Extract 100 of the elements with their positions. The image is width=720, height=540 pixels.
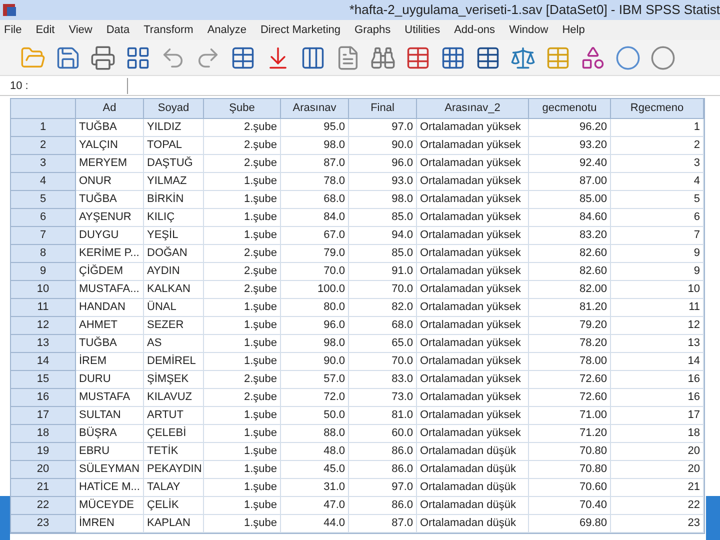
binoculars-icon[interactable] xyxy=(370,44,396,70)
table-cell: Ortalamadan yüksek xyxy=(417,227,529,245)
column-header[interactable]: Final xyxy=(349,99,417,119)
column-header[interactable]: Arasınav xyxy=(281,99,349,119)
table-cell: SULTAN xyxy=(76,407,144,425)
row-number[interactable]: 3 xyxy=(11,155,76,173)
menu-item[interactable]: File xyxy=(4,22,22,38)
menu-item[interactable]: Window xyxy=(509,22,548,38)
table-cell: 23 xyxy=(611,515,704,533)
table-cell: 1.şube xyxy=(204,317,281,335)
row-number[interactable]: 5 xyxy=(11,191,76,209)
table-cell: 87.00 xyxy=(529,173,611,191)
row-number[interactable]: 21 xyxy=(11,479,76,497)
table-cell: 85.0 xyxy=(349,209,417,227)
columns-icon[interactable] xyxy=(300,44,326,70)
row-number[interactable]: 1 xyxy=(11,119,76,137)
circle-icon[interactable] xyxy=(650,44,676,70)
table-cell: 96.20 xyxy=(529,119,611,137)
grid-icon[interactable] xyxy=(440,44,466,70)
table-cell: 18 xyxy=(611,425,704,443)
table-cell: 1.şube xyxy=(204,209,281,227)
row-number[interactable]: 22 xyxy=(11,497,76,515)
table-cell: 12 xyxy=(611,317,704,335)
row-number[interactable]: 18 xyxy=(11,425,76,443)
menu-item[interactable]: Help xyxy=(562,22,585,38)
slide-decoration xyxy=(706,496,720,540)
row-number[interactable]: 11 xyxy=(11,299,76,317)
table-cell: 96.0 xyxy=(281,317,349,335)
table-cell: ONUR xyxy=(76,173,144,191)
menu-item[interactable]: Graphs xyxy=(354,22,391,38)
row-number[interactable]: 15 xyxy=(11,371,76,389)
row-number[interactable]: 4 xyxy=(11,173,76,191)
row-number[interactable]: 7 xyxy=(11,227,76,245)
column-header[interactable]: Arasınav_2 xyxy=(417,99,529,119)
menu-item[interactable]: Analyze xyxy=(207,22,246,38)
save-icon[interactable] xyxy=(55,44,81,70)
menu-item[interactable]: Data xyxy=(106,22,130,38)
row-number[interactable]: 13 xyxy=(11,335,76,353)
menu-item[interactable]: View xyxy=(68,22,92,38)
table-cell: 1.şube xyxy=(204,407,281,425)
row-number[interactable]: 6 xyxy=(11,209,76,227)
table-icon[interactable] xyxy=(405,44,431,70)
table-cell: 79.0 xyxy=(281,245,349,263)
table-cell: 9 xyxy=(611,263,704,281)
table-cell: 87.0 xyxy=(281,155,349,173)
table-cell: ÇİĞDEM xyxy=(76,263,144,281)
table-cell: 73.0 xyxy=(349,389,417,407)
row-number[interactable]: 9 xyxy=(11,263,76,281)
scale-icon[interactable] xyxy=(510,44,536,70)
row-number[interactable]: 19 xyxy=(11,443,76,461)
menu-item[interactable]: Add-ons xyxy=(454,22,496,38)
row-number[interactable]: 10 xyxy=(11,281,76,299)
menu-item[interactable]: Edit xyxy=(36,22,55,38)
table-cell: 20 xyxy=(611,461,704,479)
table-cell: YALÇIN xyxy=(76,137,144,155)
table-cell: 79.20 xyxy=(529,317,611,335)
table-cell: 16 xyxy=(611,389,704,407)
row-number[interactable]: 14 xyxy=(11,353,76,371)
table-cell: 85.00 xyxy=(529,191,611,209)
table-cell: 1.şube xyxy=(204,227,281,245)
table-cell: 90.0 xyxy=(349,137,417,155)
table-cell: 2 xyxy=(611,137,704,155)
menu-item[interactable]: Transform xyxy=(144,22,194,38)
table-cell: Ortalamadan yüksek xyxy=(417,281,529,299)
row-number[interactable]: 2 xyxy=(11,137,76,155)
column-header[interactable]: Soyad xyxy=(144,99,204,119)
table-cell: HATİCE M... xyxy=(76,479,144,497)
window-icon[interactable] xyxy=(125,44,151,70)
table-cell: 70.0 xyxy=(349,353,417,371)
table-icon[interactable] xyxy=(475,44,501,70)
column-header[interactable]: Rgecmeno xyxy=(611,99,704,119)
menu-item[interactable]: Direct Marketing xyxy=(260,22,341,38)
circle-icon[interactable] xyxy=(615,44,641,70)
column-header[interactable]: Şube xyxy=(204,99,281,119)
table-cell: 70.60 xyxy=(529,479,611,497)
table-icon[interactable] xyxy=(230,44,256,70)
row-number[interactable]: 23 xyxy=(11,515,76,533)
table-cell: Ortalamadan yüksek xyxy=(417,425,529,443)
row-number[interactable]: 12 xyxy=(11,317,76,335)
table-cell: 65.0 xyxy=(349,335,417,353)
table-cell: 2.şube xyxy=(204,281,281,299)
table-cell: Ortalamadan düşük xyxy=(417,515,529,533)
table-cell: KAPLAN xyxy=(144,515,204,533)
column-header[interactable]: Ad xyxy=(76,99,144,119)
shapes-icon[interactable] xyxy=(580,44,606,70)
table-cell: 78.0 xyxy=(281,173,349,191)
menu-item[interactable]: Utilities xyxy=(404,22,440,38)
column-header[interactable]: gecmenotu xyxy=(529,99,611,119)
table-cell: Ortalamadan düşük xyxy=(417,497,529,515)
row-number[interactable]: 16 xyxy=(11,389,76,407)
table-cell: 9 xyxy=(611,245,704,263)
table-cell: 94.0 xyxy=(349,227,417,245)
row-number[interactable]: 20 xyxy=(11,461,76,479)
table-cell: 70.40 xyxy=(529,497,611,515)
printer-icon[interactable] xyxy=(90,44,116,70)
table-cell: 78.20 xyxy=(529,335,611,353)
table-cell: 1.şube xyxy=(204,299,281,317)
row-number[interactable]: 8 xyxy=(11,245,76,263)
table-cell: 93.20 xyxy=(529,137,611,155)
row-number[interactable]: 17 xyxy=(11,407,76,425)
